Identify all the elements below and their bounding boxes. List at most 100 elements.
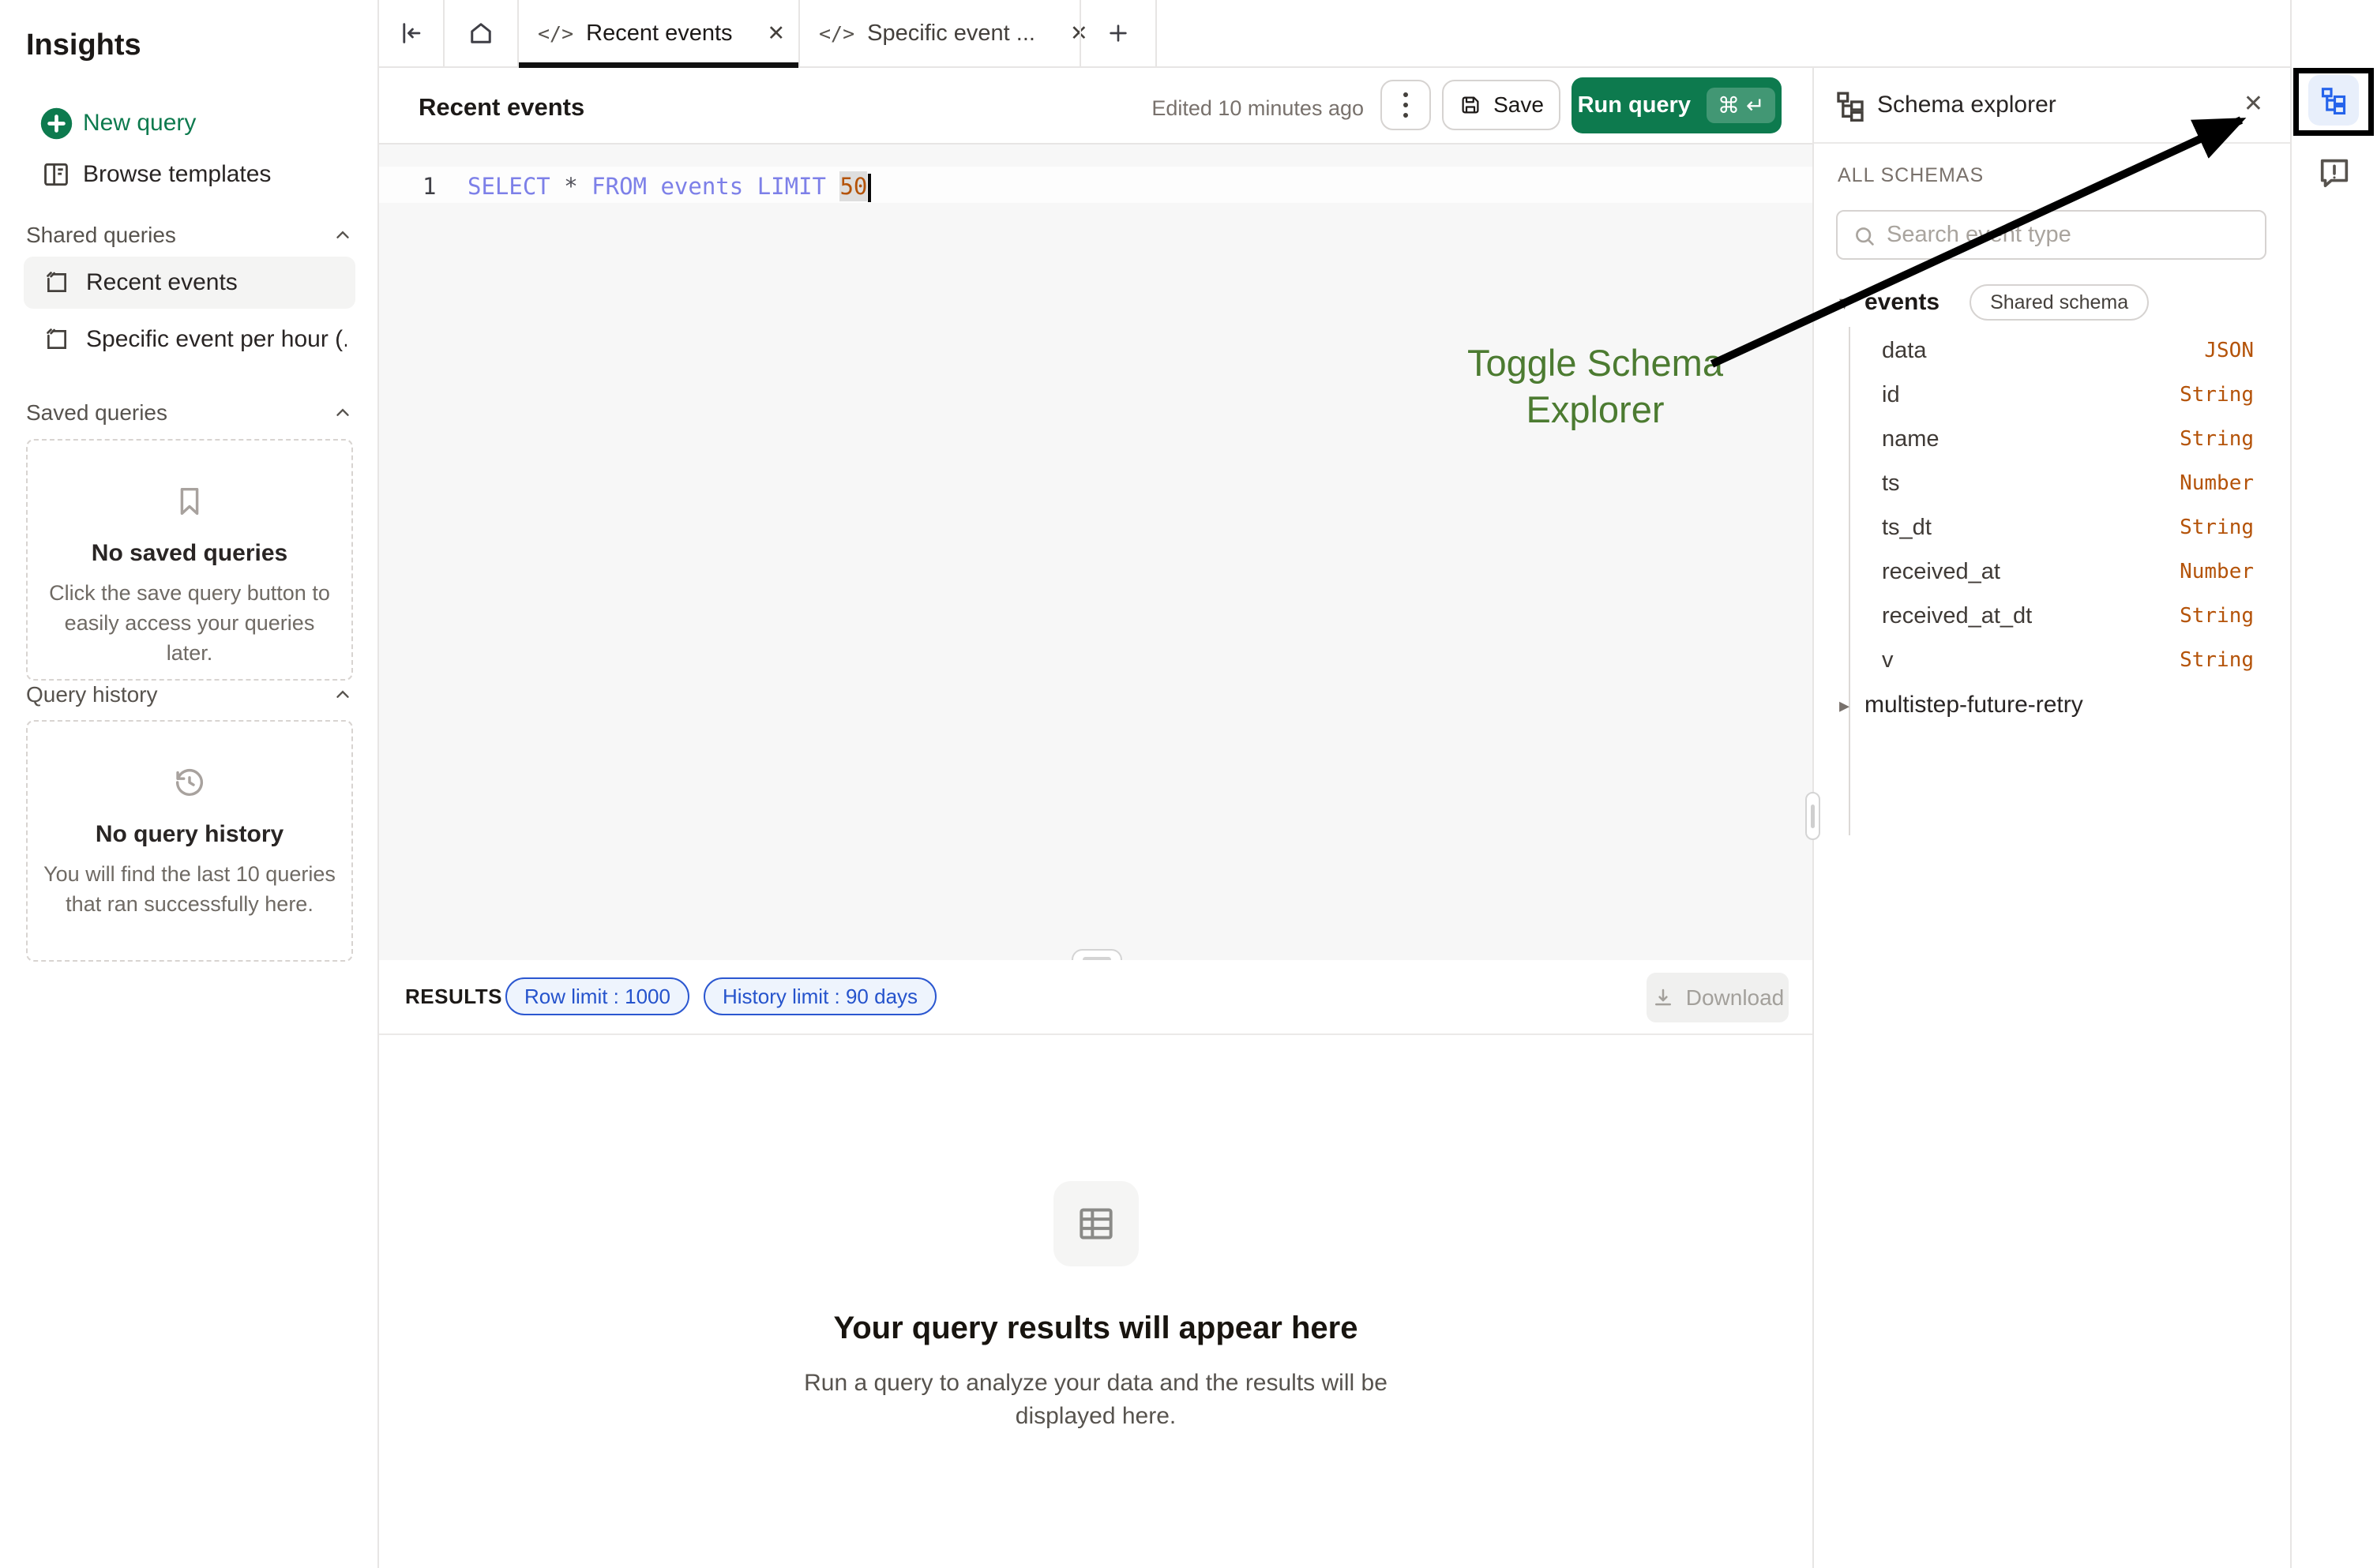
save-label: Save xyxy=(1493,92,1544,118)
history-empty-title: No query history xyxy=(96,821,284,848)
query-title: Recent events xyxy=(419,93,584,122)
chevron-up-icon[interactable] xyxy=(332,685,353,705)
query-snippet-icon xyxy=(43,269,70,296)
shared-schema-badge: Shared schema xyxy=(1970,284,2149,321)
field-name: id xyxy=(1882,382,1900,408)
chevron-up-icon[interactable] xyxy=(332,225,353,246)
field-type: String xyxy=(2180,427,2254,451)
row-limit-badge[interactable]: Row limit : 1000 xyxy=(505,977,689,1015)
sql-keyword: FROM xyxy=(591,173,647,200)
code-tab-icon: </> xyxy=(538,22,573,45)
more-options-button[interactable] xyxy=(1380,80,1431,130)
schema-root-events[interactable]: ▾ events Shared schema xyxy=(1814,283,2290,322)
field-name: v xyxy=(1882,647,1894,673)
results-empty-state: Your query results will appear here Run … xyxy=(379,1181,1812,1433)
sql-code-line: SELECT * FROM events LIMIT 50 xyxy=(468,173,871,202)
schema-panel-title: Schema explorer xyxy=(1877,92,2056,118)
section-shared-queries[interactable]: Shared queries xyxy=(26,219,353,251)
query-history-empty-card: No query history You will find the last … xyxy=(26,720,353,962)
schema-field-row[interactable]: received_at Number xyxy=(1814,550,2290,594)
history-icon xyxy=(171,764,208,801)
line-number: 1 xyxy=(422,173,436,200)
sql-value: 50 xyxy=(839,171,867,201)
bookmark-icon xyxy=(171,483,208,520)
section-saved-queries[interactable]: Saved queries xyxy=(26,397,353,429)
new-query-button[interactable]: New query xyxy=(0,97,379,149)
section-query-history[interactable]: Query history xyxy=(26,679,353,711)
text-cursor xyxy=(868,174,871,202)
field-name: received_at_dt xyxy=(1882,603,2032,629)
feedback-icon xyxy=(2316,154,2353,190)
field-name: ts_dt xyxy=(1882,515,1932,541)
new-tab-button[interactable] xyxy=(1081,0,1155,66)
history-limit-badge[interactable]: History limit : 90 days xyxy=(704,977,937,1015)
schema-root-label: events xyxy=(1864,289,1940,316)
home-tab-button[interactable] xyxy=(445,0,517,66)
feedback-button[interactable] xyxy=(2315,153,2353,191)
download-label: Download xyxy=(1686,985,1785,1011)
close-tab-icon[interactable]: ✕ xyxy=(768,21,786,46)
download-icon xyxy=(1651,986,1675,1010)
schema-root-multistep[interactable]: ▸ multistep-future-retry xyxy=(1814,685,2290,725)
cmd-key-icon: ⌘ xyxy=(1718,92,1740,118)
schema-field-row[interactable]: name String xyxy=(1814,417,2290,461)
history-empty-body: You will find the last 10 queries that r… xyxy=(43,859,336,919)
save-icon xyxy=(1459,93,1482,117)
search-input[interactable] xyxy=(1887,212,2258,258)
caret-down-icon[interactable]: ▾ xyxy=(1839,291,1861,315)
section-history-label: Query history xyxy=(26,682,158,707)
field-type: JSON xyxy=(2204,339,2254,362)
schema-field-row[interactable]: v String xyxy=(1814,638,2290,682)
sql-keyword: LIMIT xyxy=(757,173,840,200)
field-type: String xyxy=(2180,648,2254,672)
schema-tree-icon xyxy=(1834,90,1866,122)
download-button[interactable]: Download xyxy=(1647,973,1789,1022)
sql-keyword: SELECT xyxy=(468,173,550,200)
caret-right-icon[interactable]: ▸ xyxy=(1839,693,1861,718)
browse-templates-label: Browse templates xyxy=(83,161,271,188)
sql-editor[interactable]: 1 SELECT * FROM events LIMIT 50 xyxy=(379,144,1812,960)
schema-tree-icon xyxy=(2319,86,2348,114)
schema-field-row[interactable]: ts Number xyxy=(1814,461,2290,505)
tab-recent-events[interactable]: </> Recent events ✕ xyxy=(519,0,798,66)
saved-empty-body: Click the save query button to easily ac… xyxy=(43,578,336,668)
schema-field-row[interactable]: received_at_dt String xyxy=(1814,594,2290,638)
schema-search[interactable] xyxy=(1836,210,2266,260)
toggle-schema-explorer-button[interactable] xyxy=(2308,75,2359,126)
right-icon-strip xyxy=(2290,0,2377,1568)
query-snippet-icon xyxy=(43,326,70,353)
editor-header: Recent events Edited 10 minutes ago Save… xyxy=(379,68,1812,144)
results-empty-body: Run a query to analyze your data and the… xyxy=(768,1367,1424,1433)
sidebar-item-specific-event[interactable]: Specific event per hour (... xyxy=(24,313,355,366)
edited-timestamp: Edited 10 minutes ago xyxy=(1151,96,1364,121)
schema-field-row[interactable]: data JSON xyxy=(1814,328,2290,373)
field-name: data xyxy=(1882,338,1926,364)
table-icon xyxy=(1053,1181,1139,1266)
plus-circle-icon xyxy=(39,107,73,141)
templates-icon xyxy=(41,159,71,189)
results-area: Your query results will appear here Run … xyxy=(379,1035,1812,1568)
close-panel-icon[interactable]: ✕ xyxy=(2244,90,2263,118)
collapse-sidebar-button[interactable] xyxy=(379,0,443,66)
save-button[interactable]: Save xyxy=(1442,80,1560,130)
new-query-label: New query xyxy=(83,110,196,137)
tab-specific-event[interactable]: </> Specific event ... ✕ xyxy=(800,0,1080,66)
insights-app: Insights New query Browse templates Shar… xyxy=(0,0,2377,1568)
panel-resize-handle[interactable] xyxy=(1805,792,1820,840)
schema-field-row[interactable]: ts_dt String xyxy=(1814,505,2290,550)
saved-queries-empty-card: No saved queries Click the save query bu… xyxy=(26,439,353,681)
field-type: String xyxy=(2180,383,2254,407)
sidebar-item-recent-events[interactable]: Recent events xyxy=(24,257,355,309)
section-shared-label: Shared queries xyxy=(26,223,176,248)
page-title: Insights xyxy=(26,28,141,62)
sidebar: Insights New query Browse templates Shar… xyxy=(0,0,379,1568)
run-query-label: Run query xyxy=(1578,92,1691,118)
field-type: Number xyxy=(2180,560,2254,583)
chevron-up-icon[interactable] xyxy=(332,403,353,423)
enter-key-icon: ↵ xyxy=(1746,92,1764,118)
run-query-button[interactable]: Run query ⌘↵ xyxy=(1572,77,1782,133)
all-schemas-label: ALL SCHEMAS xyxy=(1838,164,1984,187)
schema-field-row[interactable]: id String xyxy=(1814,373,2290,417)
run-shortcut-badge: ⌘↵ xyxy=(1707,88,1775,123)
browse-templates-button[interactable]: Browse templates xyxy=(0,148,379,201)
